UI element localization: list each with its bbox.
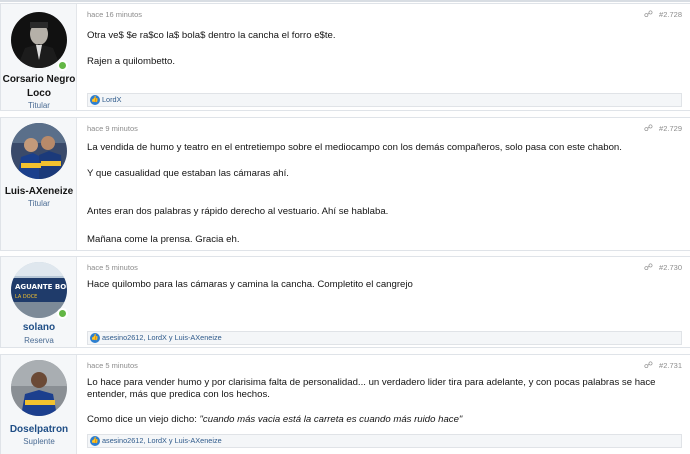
post-number[interactable]: #2.729 [659,124,682,133]
post-2730: AGUANTE BOC LA DOCE solano Reserva hace … [0,256,690,348]
post-quote-line: Como dice un viejo dicho: "cuando más va… [87,414,462,426]
post-time[interactable]: hace 16 minutos [87,10,142,19]
top-divider [0,0,690,2]
post-main: hace 16 minutos ☍ #2.728 Otra ve$ $e ra$c… [77,4,690,110]
user-panel: Doselpatron Suplente [1,355,77,454]
user-panel: Luis-AXeneize Titular [1,118,77,250]
online-indicator [57,308,68,319]
share-icon[interactable]: ☍ [644,123,653,133]
post-text-line: entender, más que predica con los hechos… [87,389,270,400]
like-icon: 👍 [90,333,100,343]
post-text-line: Mañana come la prensa. Gracia eh. [87,234,240,245]
post-main: hace 5 minutos ☍ #2.731 Lo hace para vend… [77,355,690,454]
post-text-line: Hace quilombo para las cámaras y camina … [87,279,413,290]
post-2729: Luis-AXeneize Titular hace 9 minutos ☍ #2… [0,117,690,251]
post-body: Otra ve$ $e ra$co la$ bola$ dentro la ca… [87,30,680,80]
share-icon[interactable]: ☍ [644,9,653,19]
avatar[interactable] [11,123,67,179]
players-avatar-icon [11,123,67,179]
reactions-bar[interactable]: 👍 asesino2612, LordX y Luis-AXeneize [87,434,682,448]
post-number[interactable]: #2.728 [659,10,682,19]
post-2728: Corsario Negro Loco Titular hace 16 minu… [0,3,690,111]
avatar[interactable] [11,12,67,68]
post-time[interactable]: hace 5 minutos [87,263,138,272]
post-body: Lo hace para vender humo y por clarisima… [87,377,680,437]
reactions-bar[interactable]: 👍 LordX [87,93,682,107]
post-tools: ☍ #2.728 [644,9,682,20]
avatar[interactable] [11,360,67,416]
user-title: Titular [28,101,50,110]
post-body: Hace quilombo para las cámaras y camina … [87,279,680,299]
post-text-line: Rajen a quilombetto. [87,56,175,67]
like-icon: 👍 [90,95,100,105]
post-text-line: Otra ve$ $e ra$co la$ bola$ dentro la ca… [87,30,336,41]
post-number[interactable]: #2.731 [659,361,682,370]
user-title: Reserva [24,336,54,345]
post-2731: Doselpatron Suplente hace 5 minutos ☍ #2.… [0,354,690,454]
post-body: La vendida de humo y teatro en el entret… [87,142,680,247]
reactions-list[interactable]: LordX [102,95,121,104]
post-text-line: Y que casualidad que estaban las cámaras… [87,168,289,179]
post-main: hace 9 minutos ☍ #2.729 La vendida de hum… [77,118,690,250]
post-time[interactable]: hace 9 minutos [87,124,138,133]
share-icon[interactable]: ☍ [644,262,653,272]
quote-prefix: Como dice un viejo dicho: [87,414,200,425]
user-title: Suplente [23,437,55,446]
post-text-line: Lo hace para vender humo y por clarisima… [87,377,656,388]
reactions-bar[interactable]: 👍 asesino2612, LordX y Luis-AXeneize [87,331,682,345]
post-tools: ☍ #2.731 [644,360,682,371]
user-title: Titular [28,199,50,208]
player-avatar-icon [11,360,67,416]
post-text-line: Antes eran dos palabras y rápido derecho… [87,206,389,217]
reactions-list[interactable]: asesino2612, LordX y Luis-AXeneize [102,333,222,342]
dark-suit-avatar-icon [11,12,67,68]
share-icon[interactable]: ☍ [644,360,653,370]
like-icon: 👍 [90,436,100,446]
reactions-list[interactable]: asesino2612, LordX y Luis-AXeneize [102,436,222,445]
username[interactable]: solano [1,320,77,336]
svg-text:LA DOCE: LA DOCE [15,294,37,300]
online-indicator [57,60,68,71]
user-panel: Corsario Negro Loco Titular [1,4,77,110]
post-time[interactable]: hace 5 minutos [87,361,138,370]
post-text-line: La vendida de humo y teatro en el entret… [87,142,622,153]
quote-text: "cuando más vacia está la carreta es cua… [199,414,463,425]
post-tools: ☍ #2.729 [644,123,682,134]
post-number[interactable]: #2.730 [659,263,682,272]
post-main: hace 5 minutos ☍ #2.730 Hace quilombo par… [77,257,690,347]
post-tools: ☍ #2.730 [644,262,682,273]
user-panel: AGUANTE BOC LA DOCE solano Reserva [1,257,77,347]
svg-text:AGUANTE BOC: AGUANTE BOC [15,283,67,291]
